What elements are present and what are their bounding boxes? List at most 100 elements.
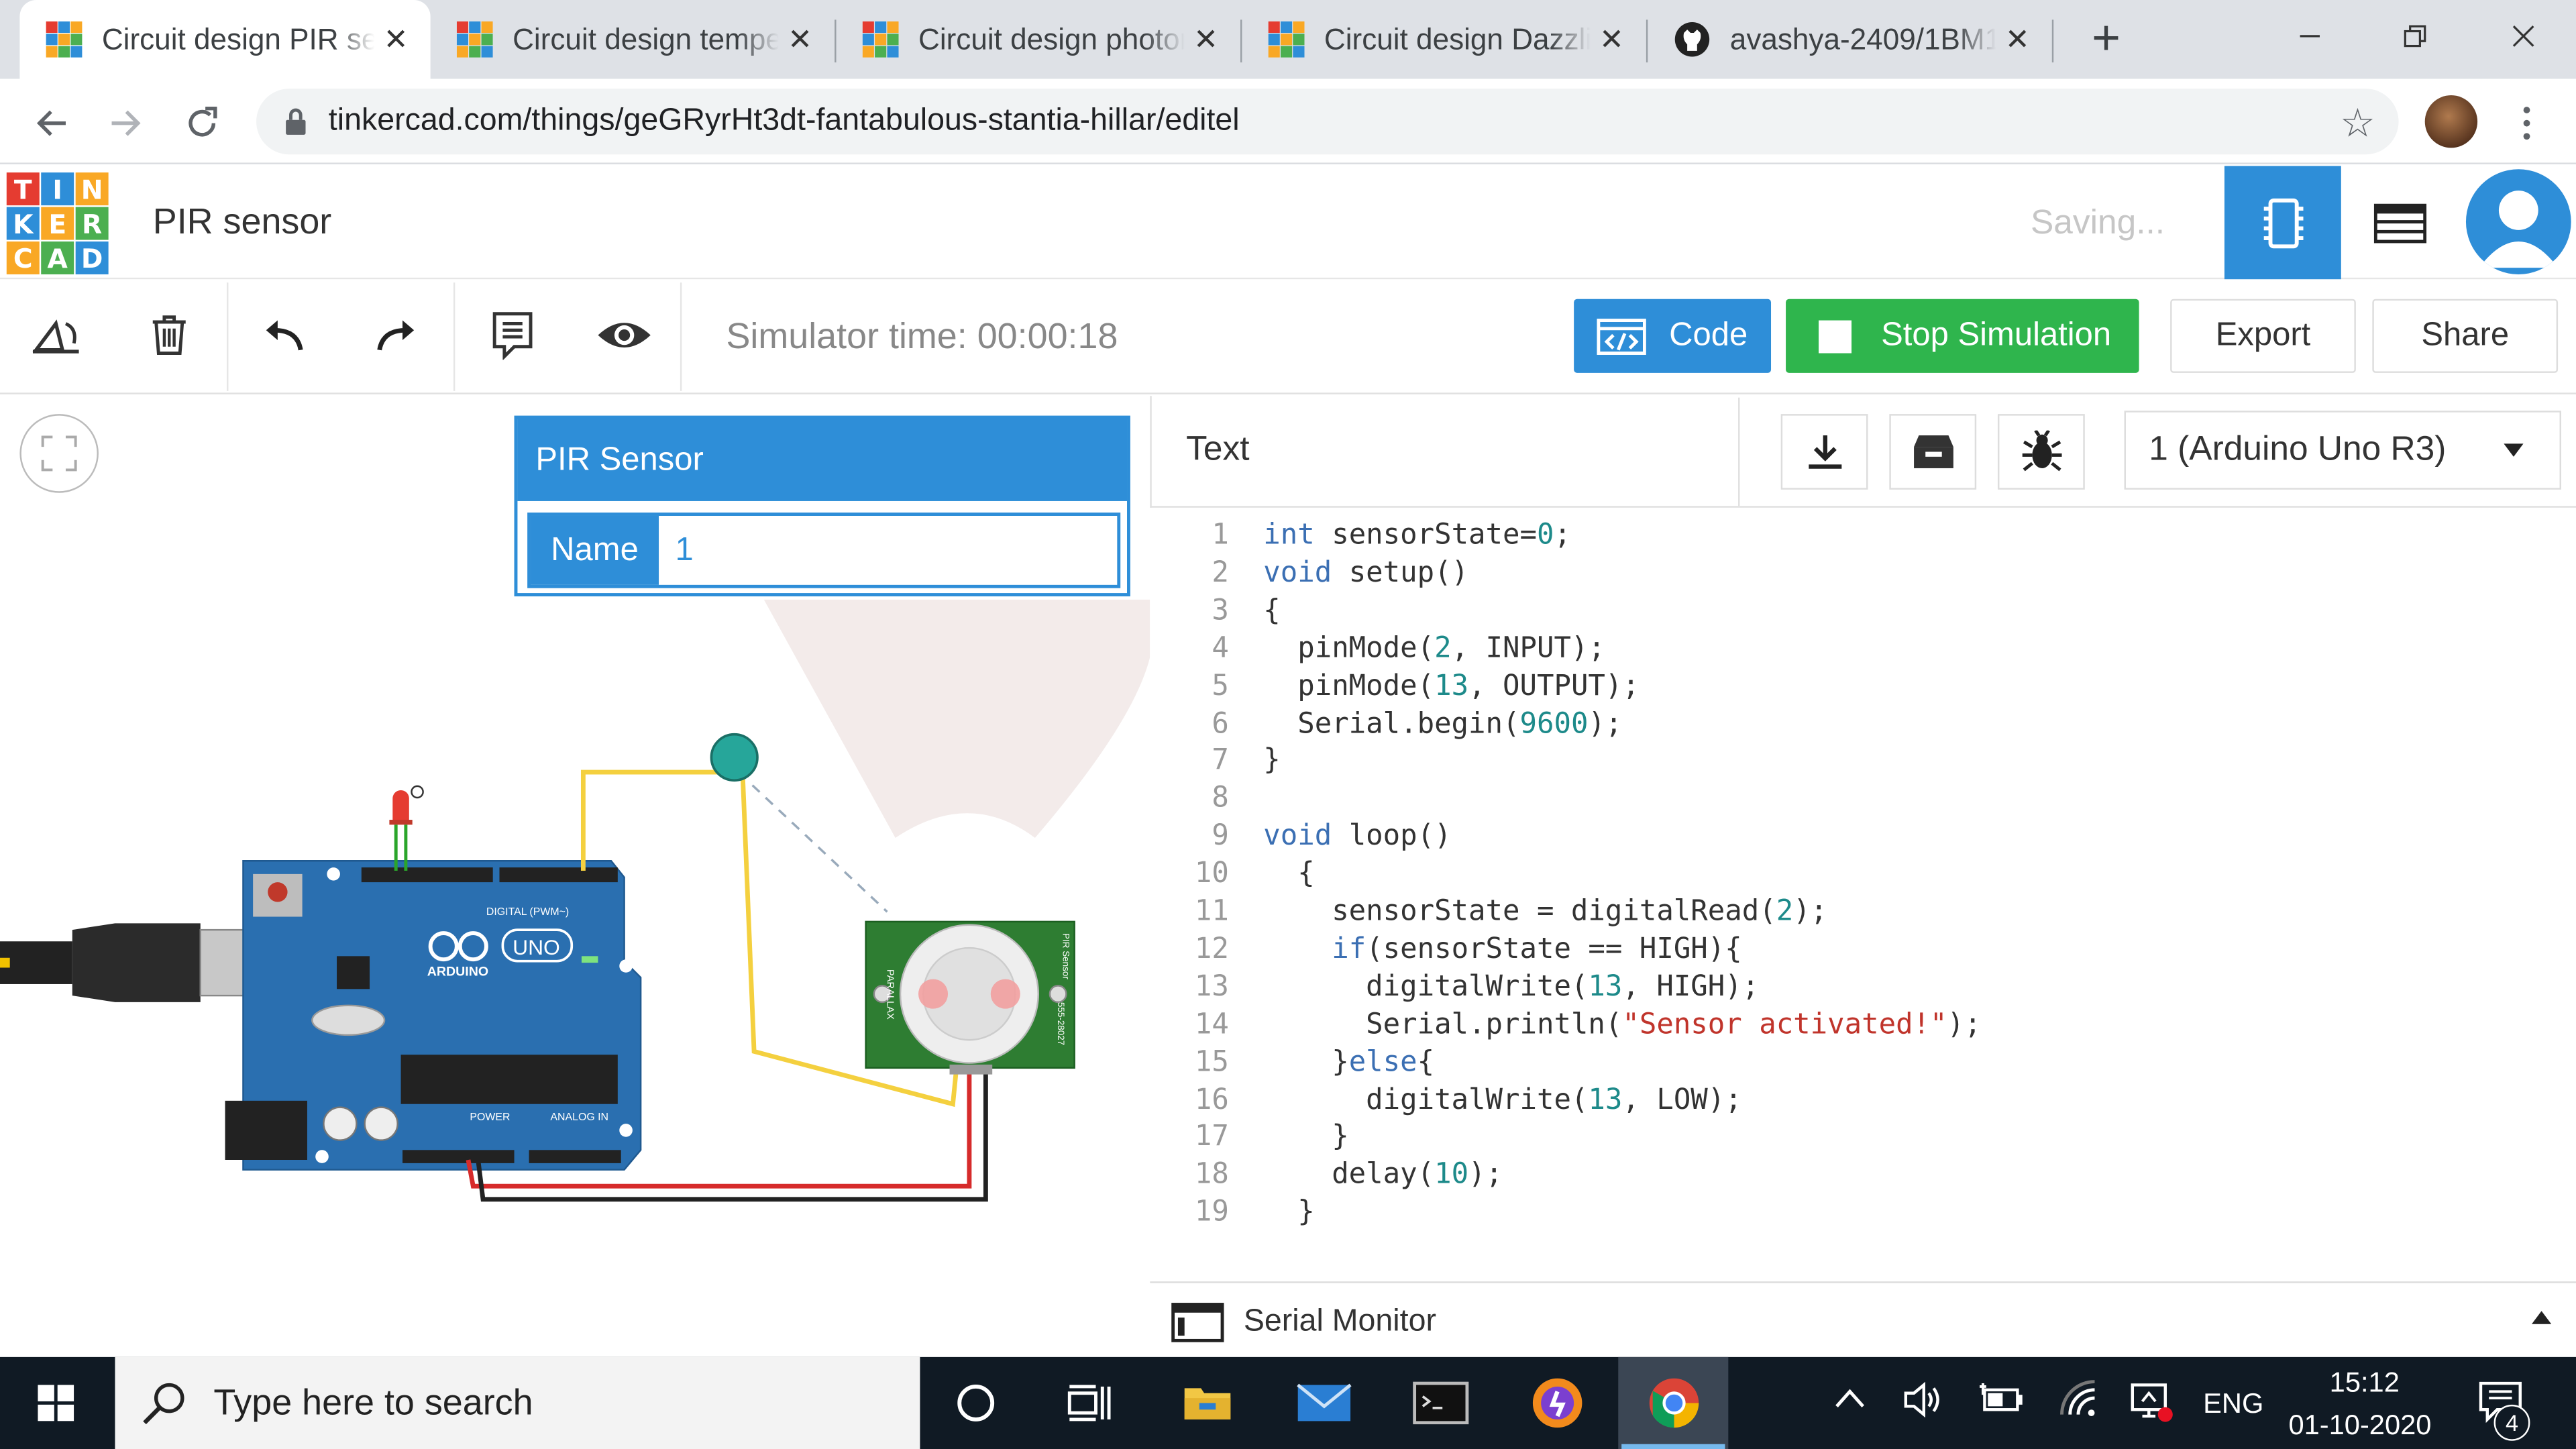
- trash-icon: [152, 315, 186, 355]
- code-mode-select[interactable]: Text: [1186, 431, 1249, 470]
- close-window-button[interactable]: [2471, 0, 2576, 72]
- undo-button[interactable]: [252, 303, 317, 368]
- code-line[interactable]: }else{: [1263, 1044, 1434, 1082]
- code-line[interactable]: digitalWrite(13, HIGH);: [1263, 969, 1759, 1006]
- back-arrow-icon: [36, 110, 66, 136]
- serial-monitor-bar[interactable]: Serial Monitor: [1150, 1281, 2576, 1357]
- redo-button[interactable]: [363, 303, 429, 368]
- circuit-view-button[interactable]: [2224, 166, 2341, 280]
- start-button[interactable]: [7, 1357, 105, 1449]
- code-line[interactable]: pinMode(13, OUTPUT);: [1263, 668, 1640, 706]
- reload-button[interactable]: [177, 99, 226, 148]
- share-button[interactable]: Share: [2372, 299, 2559, 373]
- code-line[interactable]: void setup(): [1263, 555, 1468, 592]
- code-line[interactable]: {: [1263, 593, 1280, 631]
- delete-button[interactable]: [136, 303, 202, 368]
- toggle-visibility-button[interactable]: [592, 303, 657, 368]
- code-editor[interactable]: 1 int sensorState=0; 2 void setup() 3 {4 pinM…: [1150, 509, 2576, 1282]
- code-line[interactable]: {: [1263, 856, 1315, 894]
- forward-button[interactable]: [102, 99, 151, 148]
- pir-detection-area: [763, 599, 1150, 838]
- project-title[interactable]: PIR sensor: [153, 201, 332, 244]
- tab-close-icon[interactable]: ✕: [1591, 22, 1633, 56]
- tab-dazzling[interactable]: Circuit design Dazzling ✕: [1242, 0, 1646, 79]
- component-list-button[interactable]: [2341, 166, 2459, 279]
- code-line[interactable]: }: [1263, 1195, 1315, 1232]
- red-led[interactable]: [389, 785, 424, 871]
- tab-close-icon[interactable]: ✕: [779, 22, 822, 56]
- device-select[interactable]: 1 (Arduino Uno R3): [2124, 411, 2561, 490]
- code-line[interactable]: }: [1263, 1120, 1349, 1157]
- code-line[interactable]: Serial.println("Sensor activated!");: [1263, 1006, 1981, 1044]
- chevron-up-icon[interactable]: [2531, 1311, 2552, 1324]
- clock-time[interactable]: 15:12: [2330, 1367, 2400, 1400]
- restore-button[interactable]: [2363, 0, 2468, 72]
- bookmark-star-icon[interactable]: ☆: [2336, 101, 2379, 146]
- code-line[interactable]: void loop(): [1263, 818, 1451, 856]
- code-line[interactable]: }: [1263, 743, 1280, 781]
- code-line[interactable]: delay(10);: [1263, 1157, 1503, 1195]
- code-line[interactable]: if(sensorState == HIGH){: [1263, 931, 1742, 969]
- browser-menu-icon[interactable]: [2507, 99, 2546, 148]
- profile-avatar[interactable]: [2424, 95, 2478, 148]
- code-line[interactable]: sensorState = digitalRead(2);: [1263, 894, 1827, 931]
- code-line[interactable]: pinMode(2, INPUT);: [1263, 631, 1605, 668]
- omnibox[interactable]: tinkercad.com/things/geGRyrHt3dt-fantabu…: [256, 89, 2399, 155]
- code-line[interactable]: Serial.begin(9600);: [1263, 706, 1622, 743]
- mail-button[interactable]: [1275, 1357, 1373, 1449]
- code-button[interactable]: Code: [1574, 299, 1772, 373]
- tinkercad-logo[interactable]: T I N K E R C A D: [6, 172, 109, 274]
- chrome-button[interactable]: [1625, 1357, 1723, 1449]
- wire-bend-point[interactable]: [710, 733, 759, 782]
- tab-pir-sensor[interactable]: Circuit design PIR sensor | Tinkercad ✕: [19, 0, 431, 79]
- terminal-button[interactable]: [1391, 1357, 1490, 1449]
- line-number: 15: [1194, 1046, 1229, 1079]
- arduino-uno-board[interactable]: UNO ARDUINO DIGITAL (PWM~) POWER ANALOG …: [225, 860, 642, 1171]
- tab-github[interactable]: avashya-2409/1BM18 ✕: [1648, 0, 2051, 79]
- stop-simulation-button[interactable]: Stop Simulation: [1786, 299, 2139, 373]
- user-avatar[interactable]: [2465, 169, 2571, 274]
- wifi-icon: [2060, 1380, 2095, 1417]
- header-divider: [1738, 397, 1740, 506]
- cortana-button[interactable]: [926, 1357, 1025, 1449]
- file-explorer-button[interactable]: [1159, 1357, 1257, 1449]
- volume-button[interactable]: [1902, 1380, 1945, 1428]
- wifi-button[interactable]: [2059, 1380, 2102, 1428]
- show-hidden-icons-button[interactable]: [1833, 1383, 1866, 1417]
- name-field[interactable]: Name 1: [527, 513, 1121, 588]
- logo-letter: I: [41, 172, 74, 206]
- board-model-label: UNO: [513, 935, 560, 959]
- battery-button[interactable]: [1978, 1380, 2025, 1428]
- new-tab-button[interactable]: +: [2080, 11, 2132, 66]
- network-button[interactable]: [2129, 1380, 2176, 1431]
- github-icon: [1674, 22, 1710, 57]
- line-number: 1: [1212, 519, 1229, 552]
- pir-sensor[interactable]: PARALLAX PIR Sensor 555-28027: [865, 920, 1075, 1075]
- code-line[interactable]: digitalWrite(13, LOW);: [1263, 1082, 1742, 1120]
- tab-photoresistor[interactable]: Circuit design photoresistor ✕: [837, 0, 1240, 79]
- taskbar-search[interactable]: Type here to search: [115, 1356, 920, 1449]
- back-button[interactable]: [26, 99, 75, 148]
- rotate-button[interactable]: [23, 303, 89, 368]
- mail-icon: [1297, 1383, 1352, 1421]
- language-indicator[interactable]: ENG: [2203, 1388, 2263, 1421]
- tab-close-icon[interactable]: ✕: [374, 22, 417, 56]
- simulator-time: Simulator time: 00:00:18: [726, 315, 1118, 357]
- name-value[interactable]: 1: [659, 516, 1117, 585]
- line-number: 6: [1212, 707, 1229, 741]
- clock-date[interactable]: 01-10-2020: [2288, 1409, 2431, 1442]
- code-line[interactable]: int sensorState=0;: [1263, 517, 1571, 555]
- export-button[interactable]: Export: [2170, 299, 2356, 373]
- notes-button[interactable]: [480, 303, 545, 368]
- avast-browser-button[interactable]: [1508, 1357, 1607, 1449]
- signal-wire[interactable]: [580, 769, 731, 871]
- minimize-button[interactable]: [2257, 0, 2363, 72]
- toolbar-divider: [680, 282, 682, 391]
- tab-close-icon[interactable]: ✕: [1185, 22, 1228, 56]
- tab-temperature[interactable]: Circuit design temperature ✕: [431, 0, 835, 79]
- debugger-button[interactable]: [1997, 414, 2085, 490]
- libraries-button[interactable]: [1889, 414, 1977, 490]
- tab-close-icon[interactable]: ✕: [1996, 22, 2039, 56]
- download-code-button[interactable]: [1780, 414, 1868, 490]
- task-view-button[interactable]: [1040, 1357, 1138, 1449]
